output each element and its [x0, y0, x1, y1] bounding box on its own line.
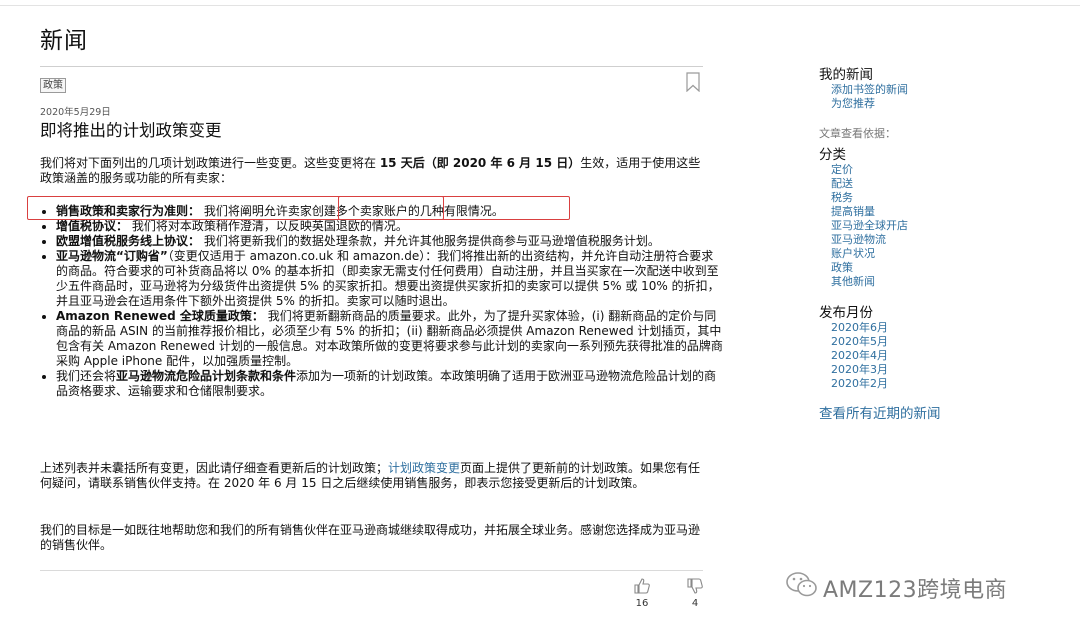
month-link[interactable]: 2020年2月	[819, 377, 1059, 391]
policy-item: 亚马逊物流“订购省”（变更仅适用于 amazon.co.uk 和 amazon.…	[56, 249, 724, 309]
policy-item-title: 增值税协议：	[56, 219, 129, 233]
category-link[interactable]: 配送	[819, 177, 1059, 191]
policy-item-pre: 我们还会将	[56, 369, 117, 383]
policy-list: 销售政策和卖家行为准则： 我们将阐明允许卖家创建多个卖家账户的几种有限情况。 增…	[40, 204, 724, 399]
sidebar: 我的新闻 添加书签的新闻 为您推荐 文章查看依据： 分类 定价 配送 税务 提高…	[819, 63, 1059, 423]
intro-date-bold: 15 天后（即 2020 年 6 月 15 日）	[379, 156, 581, 170]
month-link[interactable]: 2020年6月	[819, 321, 1059, 335]
month-link[interactable]: 2020年3月	[819, 363, 1059, 377]
month-link[interactable]: 2020年5月	[819, 335, 1059, 349]
article-date: 2020年5月29日	[40, 107, 111, 118]
like-count: 16	[635, 598, 649, 609]
month-link[interactable]: 2020年4月	[819, 349, 1059, 363]
sidebar-link-recommended[interactable]: 为您推荐	[819, 97, 1059, 111]
intro-text: 我们将对下面列出的几项计划政策进行一些变更。这些变更将在	[40, 156, 380, 170]
wechat-icon	[786, 572, 817, 597]
footer-divider	[40, 570, 703, 571]
highlight-box	[27, 196, 570, 220]
policy-item-title: 亚马逊物流危险品计划条款和条件	[116, 369, 297, 383]
dislike-count: 4	[691, 598, 699, 609]
policy-item-title: Amazon Renewed 全球质量政策：	[56, 309, 264, 323]
watermark: AMZ123跨境电商	[783, 568, 1063, 604]
category-heading: 分类	[819, 147, 846, 163]
month-heading: 发布月份	[819, 305, 873, 321]
view-by-label: 文章查看依据：	[819, 127, 896, 140]
article-title: 即将推出的计划政策变更	[40, 121, 222, 140]
sidebar-link-bookmarked[interactable]: 添加书签的新闻	[819, 83, 1059, 97]
bookmark-icon[interactable]	[686, 72, 700, 92]
dislike-button[interactable]: 4	[685, 577, 705, 609]
policy-item-text: 我们将对本政策稍作澄清，以反映英国退欧的情况。	[131, 219, 408, 233]
top-divider	[0, 5, 1080, 6]
policy-item: 我们还会将亚马逊物流危险品计划条款和条件添加为一项新的计划政策。本政策明确了适用…	[56, 369, 724, 399]
policy-item-title: 欧盟增值税服务线上协议：	[56, 234, 201, 248]
thumbs-down-icon	[687, 578, 703, 594]
watermark-text: AMZ123跨境电商	[823, 578, 1008, 603]
paragraph-text: 上述列表并未囊括所有变更，因此请仔细查看更新后的计划政策；	[40, 461, 389, 475]
category-link[interactable]: 税务	[819, 191, 1059, 205]
category-link[interactable]: 政策	[819, 261, 1059, 275]
category-link[interactable]: 亚马逊物流	[819, 233, 1059, 247]
category-link[interactable]: 账户状况	[819, 247, 1059, 261]
category-link[interactable]: 其他新闻	[819, 275, 1059, 289]
policy-item-text: 我们将更新我们的数据处理条款，并允许其他服务提供商参与亚马逊增值税服务计划。	[203, 234, 660, 248]
policy-item: 增值税协议： 我们将对本政策稍作澄清，以反映英国退欧的情况。	[56, 219, 724, 234]
like-button[interactable]: 16	[632, 577, 652, 609]
category-link[interactable]: 提高销量	[819, 205, 1059, 219]
category-link[interactable]: 亚马逊全球开店	[819, 219, 1059, 233]
category-link[interactable]: 定价	[819, 163, 1059, 177]
view-all-news-link[interactable]: 查看所有近期的新闻	[819, 405, 1059, 423]
article-paragraph: 上述列表并未囊括所有变更，因此请仔细查看更新后的计划政策；计划政策变更页面上提供…	[40, 461, 708, 491]
policy-item: 欧盟增值税服务线上协议： 我们将更新我们的数据处理条款，并允许其他服务提供商参与…	[56, 234, 724, 249]
policy-changes-link[interactable]: 计划政策变更	[388, 461, 460, 475]
page-title: 新闻	[40, 28, 88, 54]
title-divider	[40, 66, 703, 67]
thumbs-up-icon	[634, 578, 650, 594]
policy-item: Amazon Renewed 全球质量政策： 我们将更新翻新商品的质量要求。此外…	[56, 309, 724, 369]
article-intro: 我们将对下面列出的几项计划政策进行一些变更。这些变更将在 15 天后（即 202…	[40, 156, 708, 186]
highlight-box-inner	[338, 196, 444, 220]
category-tag[interactable]: 政策	[40, 78, 66, 93]
policy-item-title: 亚马逊物流“订购省”	[56, 249, 168, 263]
article-closing: 我们的目标是一如既往地帮助您和我们的所有销售伙伴在亚马逊商城继续取得成功，并拓展…	[40, 523, 701, 552]
my-news-heading: 我的新闻	[819, 67, 873, 83]
